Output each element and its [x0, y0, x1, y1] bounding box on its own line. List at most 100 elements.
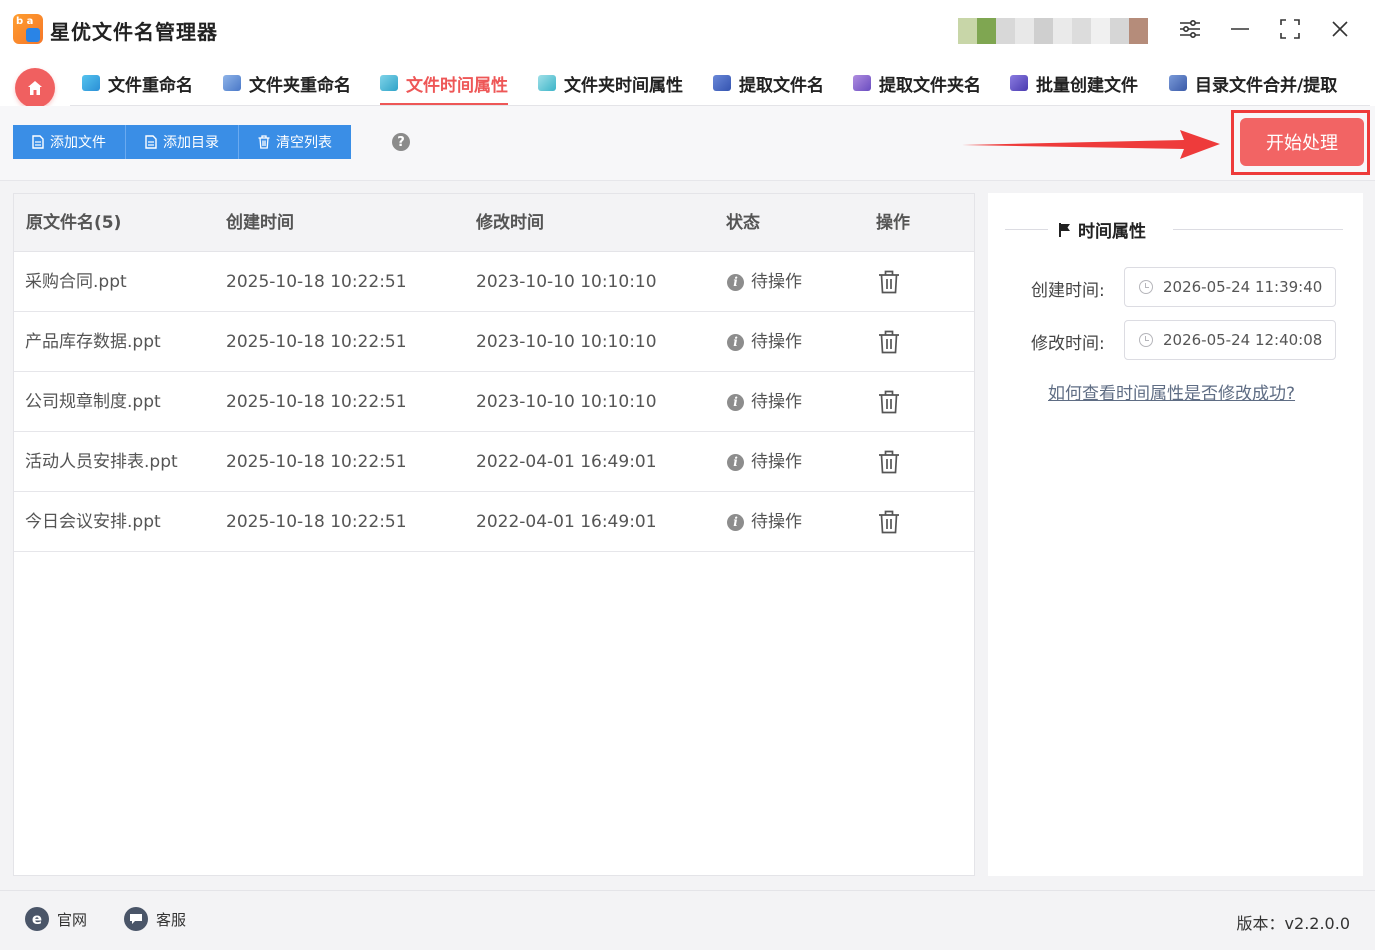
- header-filename: 原文件名(5): [26, 213, 122, 233]
- cell-modified: 2022-04-01 16:49:01: [476, 512, 657, 532]
- cell-created: 2025-10-18 10:22:51: [226, 392, 407, 412]
- tab-label: 提取文件夹名: [879, 75, 981, 96]
- add-file-label: 添加文件: [50, 135, 106, 151]
- cell-status: i 待操作: [727, 252, 802, 312]
- tab-label: 批量创建文件: [1036, 75, 1138, 96]
- cell-filename: 公司规章制度.ppt: [25, 392, 161, 412]
- tab-file-rename[interactable]: 文件重命名: [82, 60, 193, 106]
- created-time-input[interactable]: 2026-05-24 11:39:40: [1124, 267, 1336, 307]
- tab-extract-foldername[interactable]: 提取文件夹名: [853, 60, 981, 106]
- cell-status: i 待操作: [727, 492, 802, 552]
- cell-created: 2025-10-18 10:22:51: [226, 512, 407, 532]
- trash-icon: [258, 135, 270, 149]
- file-icon: [32, 135, 44, 149]
- header-created: 创建时间: [226, 213, 294, 233]
- table-row[interactable]: 今日会议安排.ppt 2025-10-18 10:22:51 2022-04-0…: [14, 492, 974, 552]
- cell-filename: 采购合同.ppt: [25, 272, 127, 292]
- close-icon[interactable]: [1327, 16, 1353, 42]
- cell-filename: 今日会议安排.ppt: [25, 512, 161, 532]
- help-icon[interactable]: ?: [392, 133, 410, 151]
- delete-row-trash-icon[interactable]: [878, 330, 900, 354]
- blurred-user-info: [958, 18, 1148, 44]
- delete-row-trash-icon[interactable]: [878, 270, 900, 294]
- tab-label: 文件时间属性: [406, 75, 508, 96]
- tab-label: 文件夹重命名: [249, 75, 351, 96]
- panel-title-text: 时间属性: [1078, 222, 1146, 242]
- version-text: 版本：v2.2.0.0: [1236, 914, 1350, 933]
- settings-sliders-icon[interactable]: [1177, 16, 1203, 42]
- browser-icon: e: [25, 907, 49, 931]
- cell-modified: 2022-04-01 16:49:01: [476, 452, 657, 472]
- status-text: 待操作: [751, 332, 802, 352]
- file-time-icon: [380, 75, 398, 91]
- file-icon: [145, 135, 157, 149]
- info-icon: i: [727, 333, 744, 351]
- home-icon: [28, 81, 42, 95]
- support-label: 客服: [156, 910, 187, 929]
- status-text: 待操作: [751, 512, 802, 532]
- title-bar: b a 星优文件名管理器: [0, 0, 1375, 60]
- modified-time-input[interactable]: 2026-05-24 12:40:08: [1124, 320, 1336, 360]
- table-row[interactable]: 采购合同.ppt 2025-10-18 10:22:51 2023-10-10 …: [14, 252, 974, 312]
- clear-list-button[interactable]: 清空列表: [239, 125, 351, 159]
- created-time-value: 2026-05-24 11:39:40: [1163, 278, 1323, 296]
- flag-icon: [1059, 222, 1070, 237]
- folder-time-icon: [538, 75, 556, 91]
- support-link[interactable]: 客服: [124, 907, 186, 931]
- website-link[interactable]: e 官网: [25, 907, 87, 931]
- cell-modified: 2023-10-10 10:10:10: [476, 332, 657, 352]
- tab-label: 文件重命名: [108, 75, 193, 96]
- add-directory-label: 添加目录: [163, 135, 219, 151]
- clock-icon: [1139, 280, 1153, 294]
- cell-filename: 产品库存数据.ppt: [25, 332, 161, 352]
- extract-foldername-icon: [853, 75, 871, 91]
- website-label: 官网: [57, 910, 88, 929]
- header-modified: 修改时间: [476, 213, 544, 233]
- cell-status: i 待操作: [727, 432, 802, 492]
- status-text: 待操作: [751, 392, 802, 412]
- info-icon: i: [727, 393, 744, 411]
- info-icon: i: [727, 513, 744, 531]
- tab-label: 目录文件合并/提取: [1195, 75, 1338, 96]
- time-attribute-panel: 时间属性 创建时间: 2026-05-24 11:39:40 修改时间: 202…: [988, 193, 1363, 876]
- cell-created: 2025-10-18 10:22:51: [226, 332, 407, 352]
- clear-list-label: 清空列表: [276, 135, 332, 151]
- cell-filename: 活动人员安排表.ppt: [25, 452, 178, 472]
- app-logo-icon: b a: [13, 14, 43, 44]
- delete-row-trash-icon[interactable]: [878, 510, 900, 534]
- rename-folder-icon: [223, 75, 241, 91]
- status-text: 待操作: [751, 452, 802, 472]
- add-file-button[interactable]: 添加文件: [13, 125, 126, 159]
- table-row[interactable]: 产品库存数据.ppt 2025-10-18 10:22:51 2023-10-1…: [14, 312, 974, 372]
- title-divider-left: [1005, 229, 1048, 230]
- help-link[interactable]: 如何查看时间属性是否修改成功?: [1048, 379, 1295, 404]
- title-divider-right: [1173, 229, 1343, 230]
- start-process-button[interactable]: 开始处理: [1240, 118, 1364, 166]
- tab-folder-time[interactable]: 文件夹时间属性: [538, 60, 683, 106]
- table-row[interactable]: 公司规章制度.ppt 2025-10-18 10:22:51 2023-10-1…: [14, 372, 974, 432]
- minimize-icon[interactable]: [1227, 16, 1253, 42]
- tab-batch-create[interactable]: 批量创建文件: [1010, 60, 1138, 106]
- tab-file-time[interactable]: 文件时间属性: [380, 60, 508, 106]
- file-buttons-group: 添加文件 添加目录 清空列表: [13, 125, 351, 159]
- tab-merge-extract[interactable]: 目录文件合并/提取: [1169, 60, 1337, 106]
- rename-file-icon: [82, 75, 100, 91]
- tab-bar: 文件重命名 文件夹重命名 文件时间属性 文件夹时间属性 提取文件名 提取文件夹名…: [0, 60, 1375, 108]
- batch-create-icon: [1010, 75, 1028, 91]
- tab-extract-filename[interactable]: 提取文件名: [713, 60, 824, 106]
- add-directory-button[interactable]: 添加目录: [126, 125, 239, 159]
- table-header: 原文件名(5) 创建时间 修改时间 状态 操作: [14, 194, 974, 252]
- delete-row-trash-icon[interactable]: [878, 450, 900, 474]
- table-row[interactable]: 活动人员安排表.ppt 2025-10-18 10:22:51 2022-04-…: [14, 432, 974, 492]
- panel-title: 时间属性: [1058, 217, 1146, 242]
- tab-folder-rename[interactable]: 文件夹重命名: [223, 60, 351, 106]
- status-text: 待操作: [751, 272, 802, 292]
- info-icon: i: [727, 453, 744, 471]
- delete-row-trash-icon[interactable]: [878, 390, 900, 414]
- chat-icon: [124, 907, 148, 931]
- tab-label: 提取文件名: [739, 75, 824, 96]
- extract-filename-icon: [713, 75, 731, 91]
- home-button[interactable]: [15, 68, 55, 108]
- maximize-icon[interactable]: [1277, 16, 1303, 42]
- cell-status: i 待操作: [727, 312, 802, 372]
